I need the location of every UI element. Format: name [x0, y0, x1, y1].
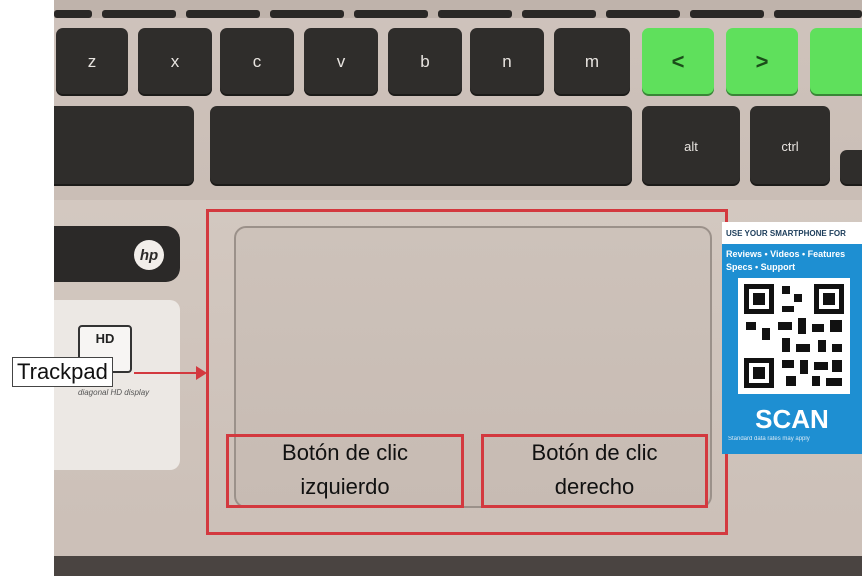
trackpad-callout-label: Trackpad	[12, 357, 113, 387]
key-v[interactable]: v	[304, 28, 378, 96]
key-arrow[interactable]	[840, 150, 862, 186]
function-key	[186, 10, 260, 18]
spacebar[interactable]	[210, 106, 632, 186]
key-n[interactable]: n	[470, 28, 544, 96]
right-click-button[interactable]: Botón de clic derecho	[483, 436, 706, 504]
right-click-label-line2: derecho	[554, 474, 635, 499]
laptop-bottom-edge	[54, 556, 862, 576]
key-b[interactable]: b	[388, 28, 462, 96]
key-slash-green[interactable]	[810, 28, 862, 96]
qr-sticker-subtitle: Reviews • Videos • Features Specs • Supp…	[726, 248, 862, 274]
function-key	[690, 10, 764, 18]
function-key	[606, 10, 680, 18]
key-ctrl[interactable]: ctrl	[750, 106, 830, 186]
function-key	[102, 10, 176, 18]
qr-code-graphic	[744, 284, 844, 388]
key-x[interactable]: x	[138, 28, 212, 96]
left-click-label-line2: izquierdo	[300, 474, 390, 499]
callout-arrow-line	[134, 372, 198, 374]
function-key	[270, 10, 344, 18]
right-click-label-line1: Botón de clic	[531, 440, 658, 465]
key-m[interactable]: m	[554, 28, 630, 96]
key-period-green[interactable]: >	[726, 28, 798, 96]
function-key	[354, 10, 428, 18]
left-click-button[interactable]: Botón de clic izquierdo	[228, 436, 462, 504]
qr-scan-label: SCAN	[755, 404, 829, 434]
key-z[interactable]: z	[56, 28, 128, 96]
hd-caption: diagonal HD display	[78, 388, 150, 397]
qr-sticker-header: USE YOUR SMARTPHONE FOR	[722, 222, 862, 244]
function-key	[522, 10, 596, 18]
key-c[interactable]: c	[220, 28, 294, 96]
arrow-right-icon	[196, 366, 207, 380]
hp-logo: hp	[134, 240, 164, 270]
qr-sticker-footer: Standard data rates may apply	[728, 436, 810, 442]
function-key	[438, 10, 512, 18]
key-alt[interactable]: alt	[642, 106, 740, 186]
qr-code-icon	[738, 278, 850, 394]
qr-subline-2: Specs • Support	[726, 262, 796, 272]
function-key-row	[54, 10, 862, 20]
function-key	[54, 10, 92, 18]
key-comma-green[interactable]: <	[642, 28, 714, 96]
function-key	[774, 10, 862, 18]
left-click-label-line1: Botón de clic	[282, 440, 408, 465]
key-left-modifier[interactable]	[54, 106, 194, 186]
qr-subline-1: Reviews • Videos • Features	[726, 249, 846, 259]
